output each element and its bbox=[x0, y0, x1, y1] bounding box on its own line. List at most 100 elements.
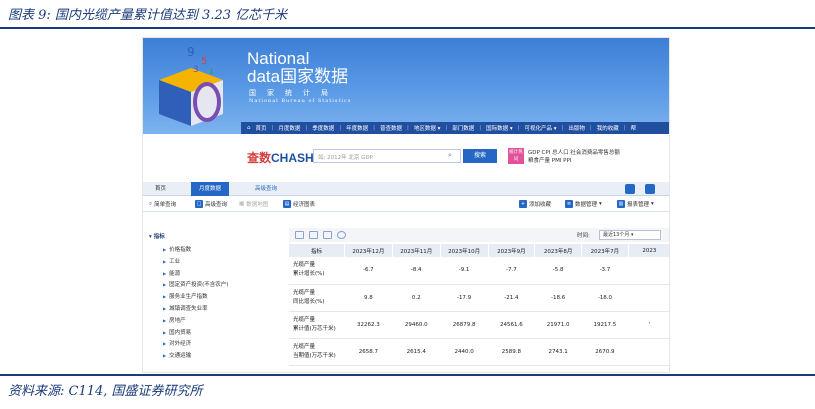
nav-item-monthly[interactable]: 月度数据 bbox=[278, 124, 300, 132]
nav-item-quarterly[interactable]: 季度数据 bbox=[312, 124, 334, 132]
table-cell: -8.4 bbox=[392, 257, 441, 285]
table-cell bbox=[628, 338, 669, 366]
time-range-select[interactable]: 最近13个月 ▾ bbox=[599, 230, 661, 240]
nav-item-help[interactable]: 帮 bbox=[631, 124, 637, 132]
tree-item[interactable]: 能源 bbox=[149, 268, 279, 280]
nav-item-international[interactable]: 国际数据 ▾ bbox=[486, 124, 513, 132]
site-banner: 9 5 3 1 National data国家数据 国家统计局 National… bbox=[143, 38, 669, 134]
magnifier-icon: ⌕ bbox=[149, 200, 153, 207]
pie-chart-icon[interactable] bbox=[337, 231, 346, 239]
hot-words-line1[interactable]: GDP CPI 总人口 社会消费品零售总额 bbox=[528, 149, 620, 157]
top-rule bbox=[0, 27, 815, 29]
column-header[interactable]: 2023年10月 bbox=[440, 244, 489, 257]
report-management-button[interactable]: ▥ 报表管理 ▾ bbox=[617, 200, 654, 208]
tree-item[interactable]: 城镇调查失业率 bbox=[149, 303, 279, 315]
column-header[interactable]: 2023 bbox=[628, 244, 669, 257]
table-cell: -18.6 bbox=[534, 284, 582, 312]
nav-item-visual[interactable]: 可视化产品 ▾ bbox=[525, 124, 557, 132]
table-row: 光缆产量 同比增长(%) 9.8 0.2 -17.9 -21.4 -18.6 -1… bbox=[289, 284, 669, 312]
tree-item[interactable]: 固定资产投资(不含农户) bbox=[149, 279, 279, 291]
column-header[interactable]: 2023年11月 bbox=[392, 244, 441, 257]
column-header[interactable]: 2023年9月 bbox=[488, 244, 536, 257]
table-cell: -21.4 bbox=[488, 284, 535, 312]
table-cell: 2615.4 bbox=[392, 338, 441, 366]
search-row: 查数CHASHU 如: 2012年 北京 GDP ⌕ 搜索 统计热词 GDP C… bbox=[143, 144, 669, 172]
data-management-button[interactable]: ≡ 数据管理 ▾ bbox=[565, 200, 602, 208]
table-cell: 2658.7 bbox=[344, 338, 393, 366]
site-name-line1: National bbox=[247, 49, 310, 68]
tab-advanced-query[interactable]: 高级查询 bbox=[247, 182, 285, 196]
tree-item[interactable]: 房地产 bbox=[149, 315, 279, 327]
row-label: 光缆产量 累计增长(%) bbox=[289, 257, 345, 285]
row-label: 光缆产量 同比增长(%) bbox=[289, 284, 345, 312]
simple-query-button[interactable]: ⌕ 简单查询 bbox=[149, 200, 176, 209]
table-cell: 2743.1 bbox=[534, 338, 582, 366]
table-cell: 0.2 bbox=[392, 284, 441, 312]
home-icon[interactable]: ⌂ bbox=[247, 125, 251, 131]
tree-item[interactable]: 价格指数 bbox=[149, 244, 279, 256]
table-cell: 2589.8 bbox=[488, 338, 535, 366]
search-button[interactable]: 搜索 bbox=[463, 149, 497, 163]
tree-item[interactable]: 交通运输 bbox=[149, 350, 279, 362]
table-cell: 24561.6 bbox=[488, 311, 535, 339]
data-table: 指标 2023年12月 2023年11月 2023年10月 2023年9月 20… bbox=[289, 244, 669, 366]
table-cell: 9.8 bbox=[344, 284, 393, 312]
bottom-rule bbox=[0, 374, 815, 376]
table-cell: 29460.0 bbox=[392, 311, 441, 339]
header-indicator[interactable]: 指标 bbox=[289, 244, 345, 257]
column-header[interactable]: 2023年8月 bbox=[534, 244, 583, 257]
bureau-name-en: National Bureau of Statistics bbox=[249, 98, 352, 104]
data-icon: ≡ bbox=[565, 200, 573, 208]
table-cell: -17.9 bbox=[440, 284, 489, 312]
econ-chart-button[interactable]: ▤ 经济图表 bbox=[283, 200, 315, 208]
hot-words-badge: 统计热词 bbox=[508, 148, 524, 164]
share-icon[interactable] bbox=[625, 184, 635, 194]
report-icon: ▥ bbox=[617, 200, 625, 208]
table-cell: 21971.0 bbox=[534, 311, 582, 339]
table-cell: 19217.5 bbox=[581, 311, 629, 339]
table-row: 光缆产量 累计值(万芯千米) 32262.3 29460.0 26879.8 24… bbox=[289, 311, 669, 339]
nav-item-regional[interactable]: 地区数据 ▾ bbox=[414, 124, 441, 132]
figure-source: 资料来源: C114, 国盛证券研究所 bbox=[8, 384, 203, 399]
table-cell: -3.7 bbox=[581, 257, 629, 285]
nav-item-favorites[interactable]: 我的收藏 bbox=[597, 124, 619, 132]
tree-item[interactable]: 对外经济 bbox=[149, 338, 279, 350]
time-label: 时间: bbox=[577, 233, 590, 239]
column-header[interactable]: 2023年12月 bbox=[344, 244, 393, 257]
table-cell bbox=[628, 257, 669, 285]
search-icon[interactable]: ⌕ bbox=[448, 151, 452, 160]
tree-root[interactable]: ▾ 指标 bbox=[149, 232, 279, 240]
table-view-icon[interactable] bbox=[295, 231, 304, 239]
search-input[interactable]: 如: 2012年 北京 GDP bbox=[313, 149, 461, 163]
nav-item-annual[interactable]: 年度数据 bbox=[346, 124, 368, 132]
chart-icon: ▤ bbox=[283, 200, 291, 208]
svg-text:9: 9 bbox=[187, 45, 195, 59]
bar-chart-icon[interactable] bbox=[309, 231, 318, 239]
nav-item-home[interactable]: 首页 bbox=[256, 124, 267, 132]
add-favorite-button[interactable]: + 添加收藏 bbox=[519, 200, 551, 208]
tab-monthly[interactable]: 月度数据 bbox=[191, 182, 230, 196]
bureau-name-cn: 国家统计局 bbox=[249, 89, 339, 97]
nav-item-census[interactable]: 普查数据 bbox=[380, 124, 402, 132]
svg-text:1: 1 bbox=[209, 67, 214, 76]
data-map-button[interactable]: ▦ 数据地图 bbox=[239, 200, 268, 208]
advanced-query-button[interactable]: □ 高级查询 bbox=[195, 200, 227, 208]
nav-item-departmental[interactable]: 部门数据 bbox=[452, 124, 474, 132]
print-icon[interactable] bbox=[645, 184, 655, 194]
screenshot: 9 5 3 1 National data国家数据 国家统计局 National… bbox=[142, 37, 670, 373]
table-cell: -9.1 bbox=[440, 257, 489, 285]
cube-logo-icon: 9 5 3 1 bbox=[159, 45, 223, 126]
svg-text:5: 5 bbox=[201, 56, 207, 67]
query-toolbar: ⌕ 简单查询 □ 高级查询 ▦ 数据地图 ▤ 经济图表 + 添加收藏 ≡ 数据管理 ▾ ▥ 报表… bbox=[143, 198, 669, 212]
data-table-panel: 时间: 最近13个月 ▾ 指标 2023年12月 2023年11月 2023年1… bbox=[289, 228, 669, 372]
tree-item[interactable]: 工业 bbox=[149, 256, 279, 268]
table-cell: 2670.9 bbox=[581, 338, 629, 366]
line-chart-icon[interactable] bbox=[323, 231, 332, 239]
nav-item-publications[interactable]: 出版物 bbox=[568, 124, 585, 132]
tab-home[interactable]: 首页 bbox=[147, 182, 174, 196]
tree-item[interactable]: 国内贸易 bbox=[149, 327, 279, 339]
site-name-line2: data国家数据 bbox=[247, 67, 349, 86]
hot-words-line2[interactable]: 粮食产量 PMI PPI bbox=[528, 157, 620, 165]
tree-item[interactable]: 服务业生产指数 bbox=[149, 291, 279, 303]
column-header[interactable]: 2023年7月 bbox=[581, 244, 629, 257]
